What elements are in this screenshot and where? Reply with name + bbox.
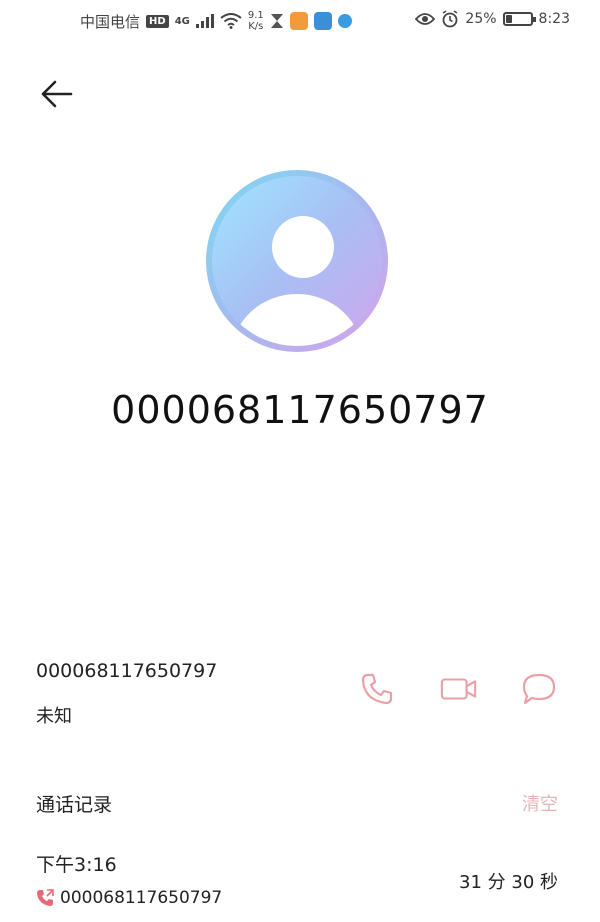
avatar-head-shape xyxy=(272,216,334,278)
browser-app-icon xyxy=(337,14,352,28)
contact-title-number: 000068117650797 xyxy=(111,388,489,432)
contact-avatar xyxy=(206,170,388,352)
carrier-name: 中国电信 xyxy=(80,12,141,31)
avatar-body-shape xyxy=(232,294,362,346)
status-bar: 中国电信 HD 4G 9.1 K/s 25% 8:23 xyxy=(0,0,600,44)
back-button[interactable] xyxy=(36,74,76,114)
call-number: 000068117650797 xyxy=(60,888,223,908)
message-button[interactable] xyxy=(520,670,558,708)
network-type: 4G xyxy=(174,15,190,27)
video-app-icon xyxy=(289,12,308,30)
battery-percent: 25% xyxy=(465,11,497,27)
alarm-icon xyxy=(442,10,458,28)
video-call-button[interactable] xyxy=(440,670,478,708)
contact-location: 未知 xyxy=(36,706,72,727)
eye-icon xyxy=(415,13,436,25)
status-bar-left: 中国电信 HD 4G 9.1 K/s xyxy=(80,10,352,32)
speed-value: 9.1 xyxy=(247,10,264,21)
call-log-title: 通话记录 xyxy=(36,794,113,816)
network-speed: 9.1 K/s xyxy=(248,10,264,32)
signal-icon xyxy=(195,14,214,28)
call-number-row: 000068117650797 xyxy=(36,888,222,908)
video-call-icon xyxy=(440,678,477,700)
phone-icon xyxy=(361,673,393,705)
hourglass-icon xyxy=(270,14,283,28)
back-arrow-icon xyxy=(41,80,73,108)
call-time: 下午3:16 xyxy=(36,854,117,876)
outgoing-call-icon xyxy=(37,889,54,906)
status-bar-right: 25% 8:23 xyxy=(415,10,570,28)
avatar-placeholder xyxy=(212,176,382,346)
clear-log-button[interactable]: 清空 xyxy=(522,790,558,816)
clock: 8:23 xyxy=(538,11,570,27)
message-icon xyxy=(522,673,556,705)
battery-tip xyxy=(532,17,536,22)
call-duration: 31 分 30 秒 xyxy=(459,872,558,893)
battery-icon xyxy=(502,12,536,26)
battery-level xyxy=(505,15,513,23)
speed-unit: K/s xyxy=(248,21,264,32)
gallery-app-icon xyxy=(313,12,332,30)
call-button[interactable] xyxy=(358,670,396,708)
wifi-icon xyxy=(220,13,242,29)
contact-phone-number: 000068117650797 xyxy=(36,660,218,682)
hd-badge: HD xyxy=(146,14,169,28)
